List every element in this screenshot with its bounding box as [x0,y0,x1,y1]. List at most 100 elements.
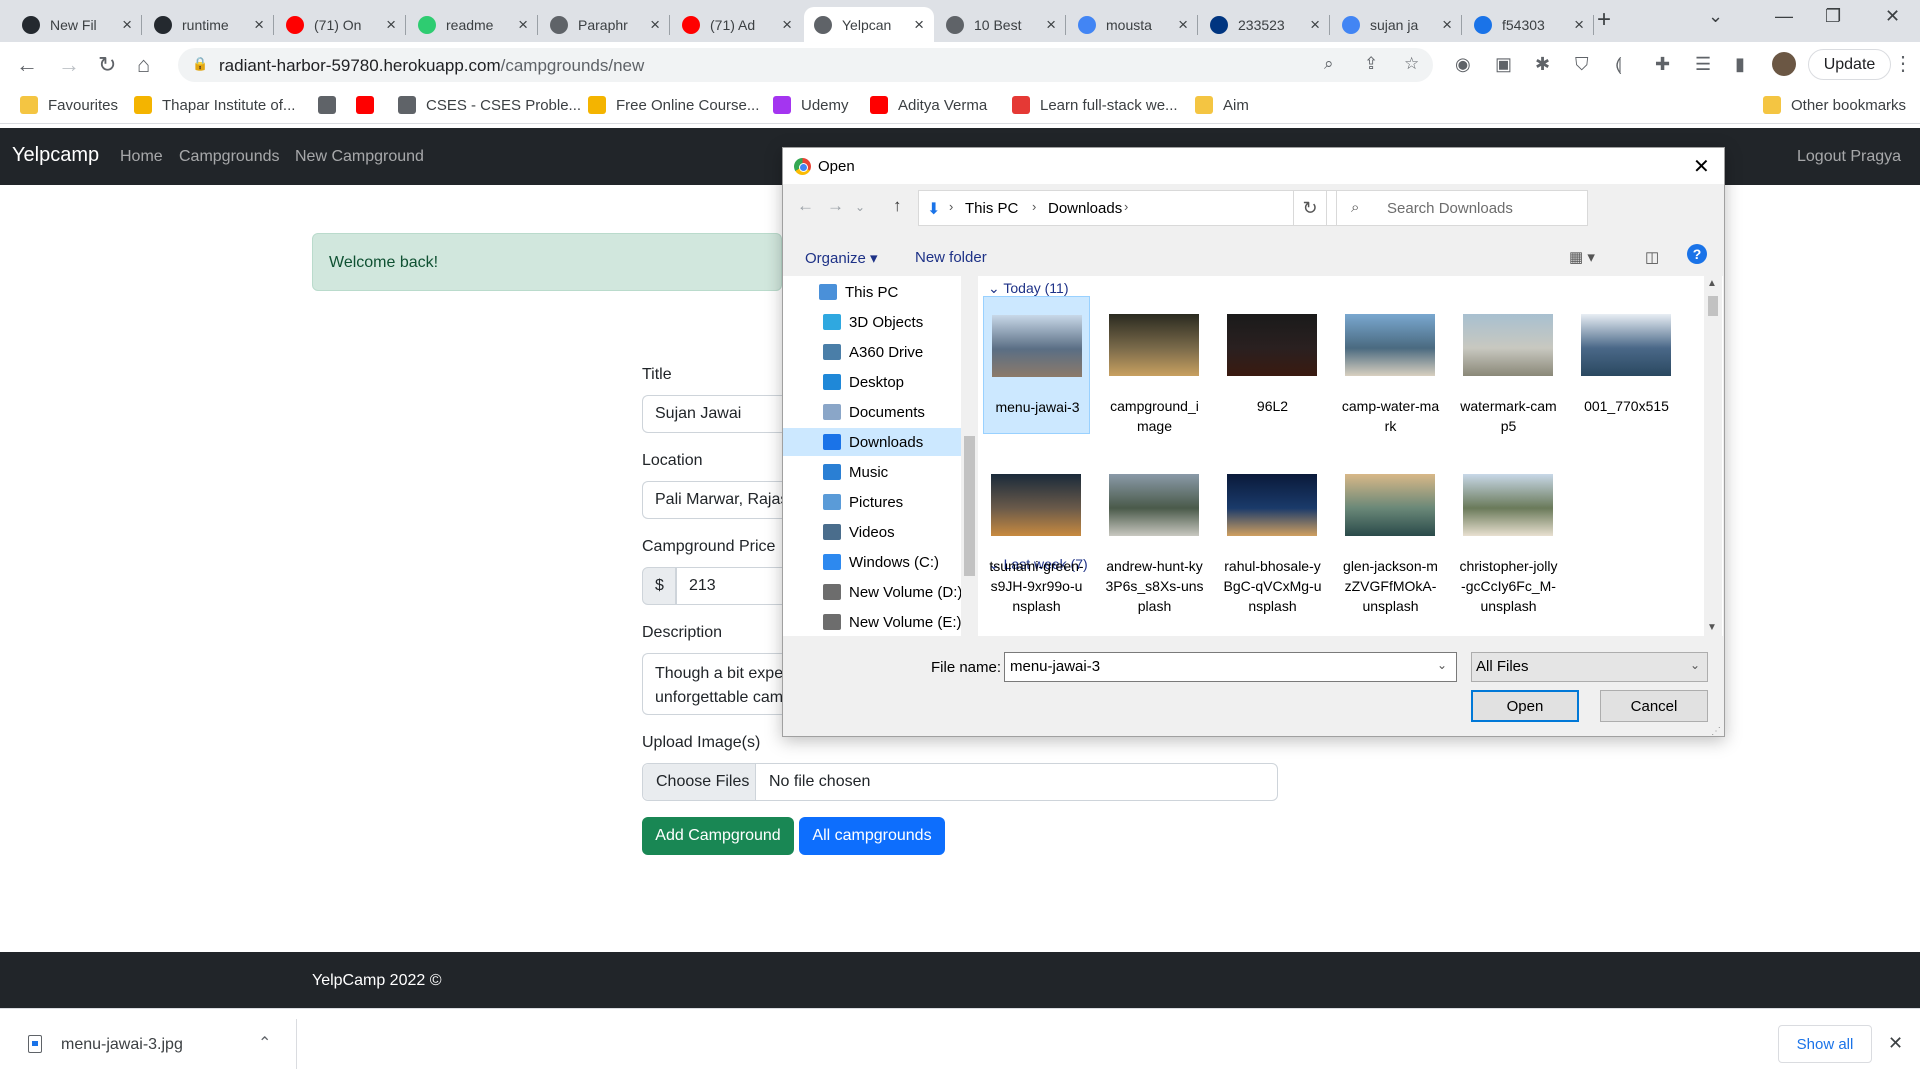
reload-icon[interactable]: ↻ [98,52,116,78]
chevron-up-icon[interactable]: ⌃ [258,1033,271,1053]
address-bar[interactable]: 🔒 radiant-harbor-59780.herokuapp.com/cam… [178,48,1433,82]
tab[interactable]: (71) On × [276,7,406,42]
tab[interactable]: runtime × [144,7,274,42]
refresh-icon[interactable]: ↻ [1293,190,1327,226]
tab[interactable]: (71) Ad × [672,7,802,42]
bookmark-item[interactable] [318,96,346,114]
download-item[interactable]: menu-jawai-3.jpg [61,1036,183,1054]
back-icon[interactable]: ← [16,52,38,78]
new-tab-button[interactable]: + [1597,6,1611,34]
update-button[interactable]: Update [1808,49,1891,80]
file-thumbnail[interactable]: 96L2 [1219,296,1326,434]
nav-new-campground[interactable]: New Campground [295,148,424,166]
close-tab-icon[interactable]: × [386,15,396,35]
close-tab-icon[interactable]: × [650,15,660,35]
help-icon[interactable]: ? [1687,244,1707,264]
share-icon[interactable]: ⇪ [1364,54,1378,74]
extension-icon[interactable]: ◉ [1455,54,1471,75]
resize-grip-icon[interactable]: ⋰ [1711,726,1721,737]
file-thumbnail[interactable]: rahul-bhosale-yBgC-qVCxMg-unsplash [1219,456,1326,614]
file-thumbnail[interactable]: andrew-hunt-ky3P6s_s8Xs-unsplash [1101,456,1208,614]
media-icon[interactable]: ☰ [1695,54,1711,75]
search-downloads-input[interactable]: ⌕ Search Downloads [1336,190,1588,226]
nav-logout[interactable]: Logout Pragya [1797,148,1901,166]
all-campgrounds-button[interactable]: All campgrounds [799,817,945,855]
close-tab-icon[interactable]: × [254,15,264,35]
close-tab-icon[interactable]: × [1046,15,1056,35]
bookmark-item[interactable]: Aim [1195,96,1249,114]
extension-icon[interactable]: ⟬ [1615,54,1622,75]
close-tab-icon[interactable]: × [914,15,924,35]
nav-pane-item[interactable]: New Volume (D:) [783,578,961,606]
nav-pane-item[interactable]: Pictures [783,488,961,516]
nav-pane-item[interactable]: Windows (C:) [783,548,961,576]
tab[interactable]: mousta × [1068,7,1198,42]
organize-button[interactable]: Organize ▾ [805,249,878,267]
chevron-down-icon[interactable]: ⌄ [1437,658,1447,672]
tab[interactable]: Paraphr × [540,7,670,42]
tree-scrollbar[interactable] [961,276,978,636]
tab-search-icon[interactable]: ⌄ [1708,6,1723,27]
close-tab-icon[interactable]: × [518,15,528,35]
file-type-select[interactable]: All Files ⌄ [1471,652,1708,682]
open-button[interactable]: Open [1471,690,1579,722]
file-name-input[interactable]: menu-jawai-3 ⌄ [1004,652,1457,682]
close-tab-icon[interactable]: × [782,15,792,35]
side-panel-icon[interactable]: ▮ [1735,54,1745,75]
show-all-button[interactable]: Show all [1778,1025,1872,1063]
tab[interactable]: f54303 × [1464,7,1594,42]
close-tab-icon[interactable]: × [1310,15,1320,35]
brand-link[interactable]: Yelpcamp [12,144,99,167]
minimize-icon[interactable]: — [1775,6,1793,27]
file-thumbnail[interactable]: tsunami-green-s9JH-9xr99o-unsplash [983,456,1090,614]
extension-icon[interactable]: ✱ [1535,54,1550,75]
close-window-icon[interactable]: ✕ [1885,6,1900,27]
tab[interactable]: Yelpcan × [804,7,934,42]
cancel-button[interactable]: Cancel [1600,690,1708,722]
bookmark-item[interactable]: CSES - CSES Proble... [398,96,581,114]
nav-pane-item[interactable]: Desktop [783,368,961,396]
profile-avatar[interactable] [1772,52,1796,76]
shield-icon[interactable]: ⛉ [1575,54,1589,75]
bookmark-star-icon[interactable]: ☆ [1404,54,1419,74]
restore-icon[interactable]: ❐ [1825,6,1841,27]
file-thumbnail[interactable]: campground_image [1101,296,1208,434]
file-list-scrollbar[interactable]: ▲ ▼ [1704,276,1722,636]
bookmark-item[interactable]: Learn full-stack we... [1012,96,1178,114]
nav-home[interactable]: Home [120,148,163,166]
group-today[interactable]: ⌄ Today (11) [988,280,1068,297]
close-icon[interactable]: ✕ [1888,1033,1903,1054]
close-tab-icon[interactable]: × [1574,15,1584,35]
file-thumbnail[interactable]: menu-jawai-3 [983,296,1090,434]
view-options-icon[interactable]: ▦ ▾ [1569,248,1595,266]
tab[interactable]: sujan ja × [1332,7,1462,42]
file-thumbnail[interactable]: christopher-jolly-gcCcIy6Fc_M-unsplash [1455,456,1562,614]
forward-icon[interactable]: → [58,52,80,78]
file-thumbnail[interactable]: glen-jackson-mzZVGFfMOkA-unsplash [1337,456,1444,614]
bookmark-item[interactable] [356,96,384,114]
breadcrumb-downloads[interactable]: Downloads [1048,200,1122,217]
new-folder-button[interactable]: New folder [915,249,987,266]
bookmark-item[interactable]: Aditya Verma [870,96,987,114]
back-icon[interactable]: ← [797,196,814,216]
nav-pane-item[interactable]: Music [783,458,961,486]
file-thumbnail[interactable]: camp-water-mark [1337,296,1444,434]
home-icon[interactable]: ⌂ [137,52,150,78]
menu-icon[interactable]: ⋮ [1893,51,1913,76]
location-input[interactable]: Pali Marwar, Rajast [642,481,782,519]
tab[interactable]: New Fil × [12,7,142,42]
close-tab-icon[interactable]: × [1178,15,1188,35]
bookmark-item[interactable]: Favourites [20,96,118,114]
title-input[interactable]: Sujan Jawai [642,395,782,433]
breadcrumb-this-pc[interactable]: This PC [965,200,1018,217]
dialog-close-icon[interactable]: ✕ [1693,154,1710,179]
puzzle-icon[interactable]: ✚ [1655,54,1670,75]
close-tab-icon[interactable]: × [1442,15,1452,35]
bookmark-item[interactable]: Free Online Course... [588,96,759,114]
nav-pane-item[interactable]: Videos [783,518,961,546]
price-input[interactable]: 213 [676,567,782,605]
bookmark-item[interactable]: Udemy [773,96,849,114]
file-thumbnail[interactable]: 001_770x515 [1573,296,1680,434]
description-textarea[interactable]: Though a bit expe unforgettable cam [642,653,782,715]
nav-pane-item[interactable]: Downloads [783,428,961,456]
